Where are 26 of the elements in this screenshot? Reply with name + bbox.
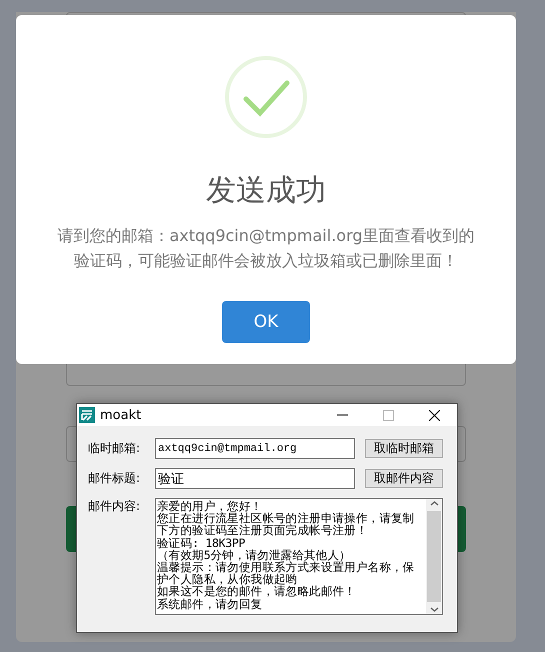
text-line: 下方的验证码至注册页面完成帐号注册！ xyxy=(157,524,369,537)
ok-button[interactable]: OK xyxy=(222,301,310,343)
text-line: 验证码: 18K3PP xyxy=(157,536,246,549)
text-line: 您正在进行流星社区帐号的注册申请操作，请复制 xyxy=(157,512,416,524)
text-line: 系统邮件，请勿回复 xyxy=(157,598,264,610)
window-title: moakt xyxy=(100,408,142,422)
close-icon[interactable] xyxy=(428,410,440,420)
field-label: 邮件内容: xyxy=(88,498,142,515)
action-button[interactable]: 取临时邮箱 xyxy=(365,439,443,458)
content-text-area[interactable]: 亲爱的用户，您好！ 您正在进行流星社区帐号的注册申请操作，请复制 下方的验证码至注册页面完成帐号注册！ 验证码: 18K3PP （有效期5分钟，请勿泄露给其他人） 温馨提示：请勿使用联系方式来设置用户名称，保 护个人隐私，从你我做起哟 如果这不是您的邮件，请忽略此邮件！ 系统邮件，请勿回复 xyxy=(155,498,443,615)
text-line: 如果这不是您的邮件，请忽略此邮件！ xyxy=(157,585,357,598)
dialog-message: 验证码，可能验证邮件会被放入垃圾箱或已删除里面！ xyxy=(72,250,459,272)
text-field[interactable]: axtqq9cin@tmpmail.org xyxy=(155,438,355,459)
success-check-icon xyxy=(224,55,308,139)
text-line: 护个人隐私，从你我做起哟 xyxy=(157,573,298,586)
text-field[interactable]: 验证 xyxy=(155,468,355,489)
text-line: 温馨提示：请勿使用联系方式来设置用户名称，保 xyxy=(157,561,416,574)
minimize-icon[interactable] xyxy=(336,414,348,416)
text-line: 亲爱的用户，您好！ xyxy=(157,500,263,512)
dialog-title: 发送成功 xyxy=(206,173,326,209)
field-label: 临时邮箱: xyxy=(88,440,142,457)
action-button[interactable]: 取邮件内容 xyxy=(365,469,443,488)
field-label: 邮件标题: xyxy=(88,470,142,487)
scroll-bar[interactable] xyxy=(426,499,442,614)
text-line: （有效期5分钟，请勿泄露给其他人） xyxy=(157,548,352,562)
dialog-message: 请到您的邮箱：axtqq9cin@tmpmail.org里面查看收到的 xyxy=(57,225,475,247)
